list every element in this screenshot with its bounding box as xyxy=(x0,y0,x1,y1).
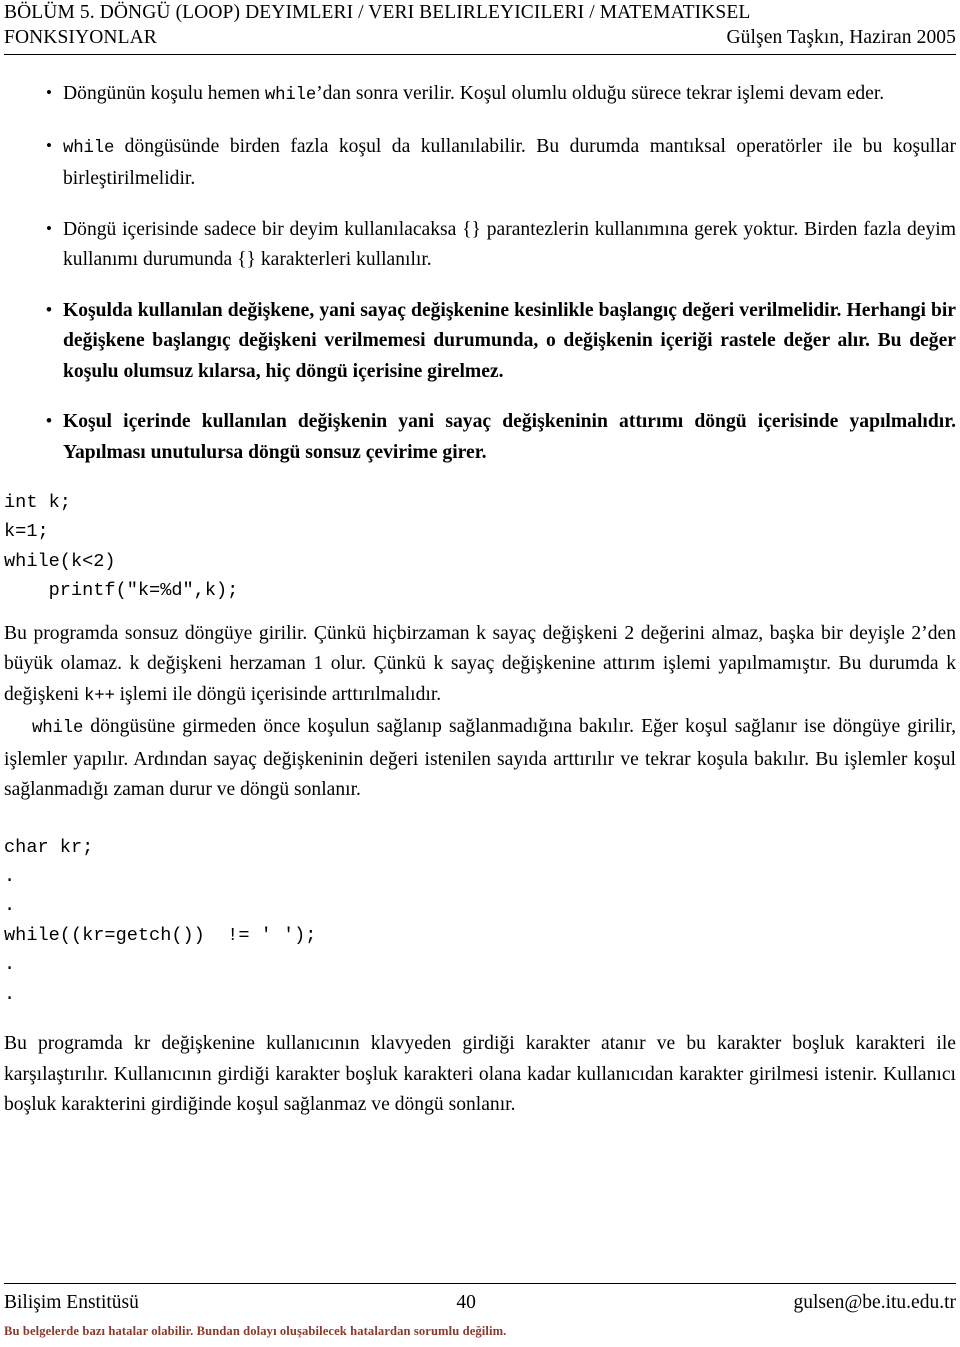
footer-disclaimer: Bu belgelerde bazı hatalar olabilir. Bun… xyxy=(4,1324,507,1338)
spacer-after-code-2 xyxy=(4,1009,956,1029)
inline-code: k++ xyxy=(84,686,115,706)
text-run: döngüsünde birden fazla koşul da kullanı… xyxy=(63,135,956,190)
text-run: Döngü içerisinde sadece bir deyim kullan… xyxy=(63,218,956,271)
document-page: BÖLÜM 5. DÖNGÜ (LOOP) DEYIMLERI / VERI B… xyxy=(0,0,960,1347)
footer-institute: Bilişim Enstitüsü xyxy=(4,1292,139,1313)
paragraph-while-flow: while döngüsüne girmeden önce koşulun sa… xyxy=(4,712,956,806)
bullet-list: Döngünün koşulu hemen while’dan sonra ve… xyxy=(4,78,956,468)
footer-email[interactable]: gulsen@be.itu.edu.tr xyxy=(793,1290,956,1316)
bullet-item: Döngünün koşulu hemen while’dan sonra ve… xyxy=(4,78,956,112)
spacer-before-code-2 xyxy=(4,806,956,833)
bullet-item: while döngüsünde birden fazla koşul da k… xyxy=(4,131,956,195)
header-chapter-line-1: BÖLÜM 5. DÖNGÜ (LOOP) DEYIMLERI / VERI B… xyxy=(4,0,956,25)
text-run: işlemi ile döngü içerisinde arttırılmalı… xyxy=(114,683,442,705)
header-divider xyxy=(4,54,956,55)
paragraph-infinite-loop: Bu programda sonsuz döngüye girilir. Çün… xyxy=(4,619,956,713)
chapter-title-line1: BÖLÜM 5. DÖNGÜ (LOOP) DEYIMLERI / VERI B… xyxy=(4,2,751,23)
text-run: Döngünün koşulu hemen xyxy=(63,83,265,104)
text-run: Bu programda kr değişkenine kullanıcının… xyxy=(4,1033,956,1116)
footer-row: Bilişim Enstitüsü 40 gulsen@be.itu.edu.t… xyxy=(4,1290,956,1316)
chapter-title-line2: FONKSIYONLAR xyxy=(4,27,157,48)
running-header: BÖLÜM 5. DÖNGÜ (LOOP) DEYIMLERI / VERI B… xyxy=(4,0,956,55)
bullet-item: Koşul içerinde kullanılan değişkenin yan… xyxy=(4,406,956,468)
document-body: Döngünün koşulu hemen while’dan sonra ve… xyxy=(4,78,956,1121)
footer-divider xyxy=(4,1283,956,1284)
inline-code: while xyxy=(264,86,317,105)
text-run: döngüsüne girmeden önce koşulun sağlanıp… xyxy=(4,716,956,801)
header-author-date: Gülşen Taşkın, Haziran 2005 xyxy=(726,27,956,48)
header-chapter-line-2: FONKSIYONLAR Gülşen Taşkın, Haziran 2005 xyxy=(4,25,956,50)
text-run: Koşul içerinde kullanılan değişkenin yan… xyxy=(63,411,956,463)
bullet-item: Koşulda kullanılan değişkene, yani sayaç… xyxy=(4,295,956,388)
code-block-while-k: int k; k=1; while(k<2) printf("k=%d",k); xyxy=(4,492,239,602)
page-number: 40 xyxy=(456,1292,476,1313)
spacer-before-code-1 xyxy=(4,468,956,488)
inline-code: while xyxy=(32,719,84,739)
text-run: Koşulda kullanılan değişkene, yani sayaç… xyxy=(63,299,956,382)
code-block-getch: char kr; . . while((kr=getch()) != ' ');… xyxy=(4,836,317,1005)
paragraph-getch-explanation: Bu programda kr değişkenine kullanıcının… xyxy=(4,1029,956,1121)
text-run: ’dan sonra verilir. Koşul olumlu olduğu … xyxy=(316,83,885,104)
page-footer: Bilişim Enstitüsü 40 gulsen@be.itu.edu.t… xyxy=(4,1283,956,1339)
bullet-item: Döngü içerisinde sadece bir deyim kullan… xyxy=(4,214,956,276)
inline-code: while xyxy=(63,138,115,158)
spacer-after-code-1 xyxy=(4,606,956,619)
